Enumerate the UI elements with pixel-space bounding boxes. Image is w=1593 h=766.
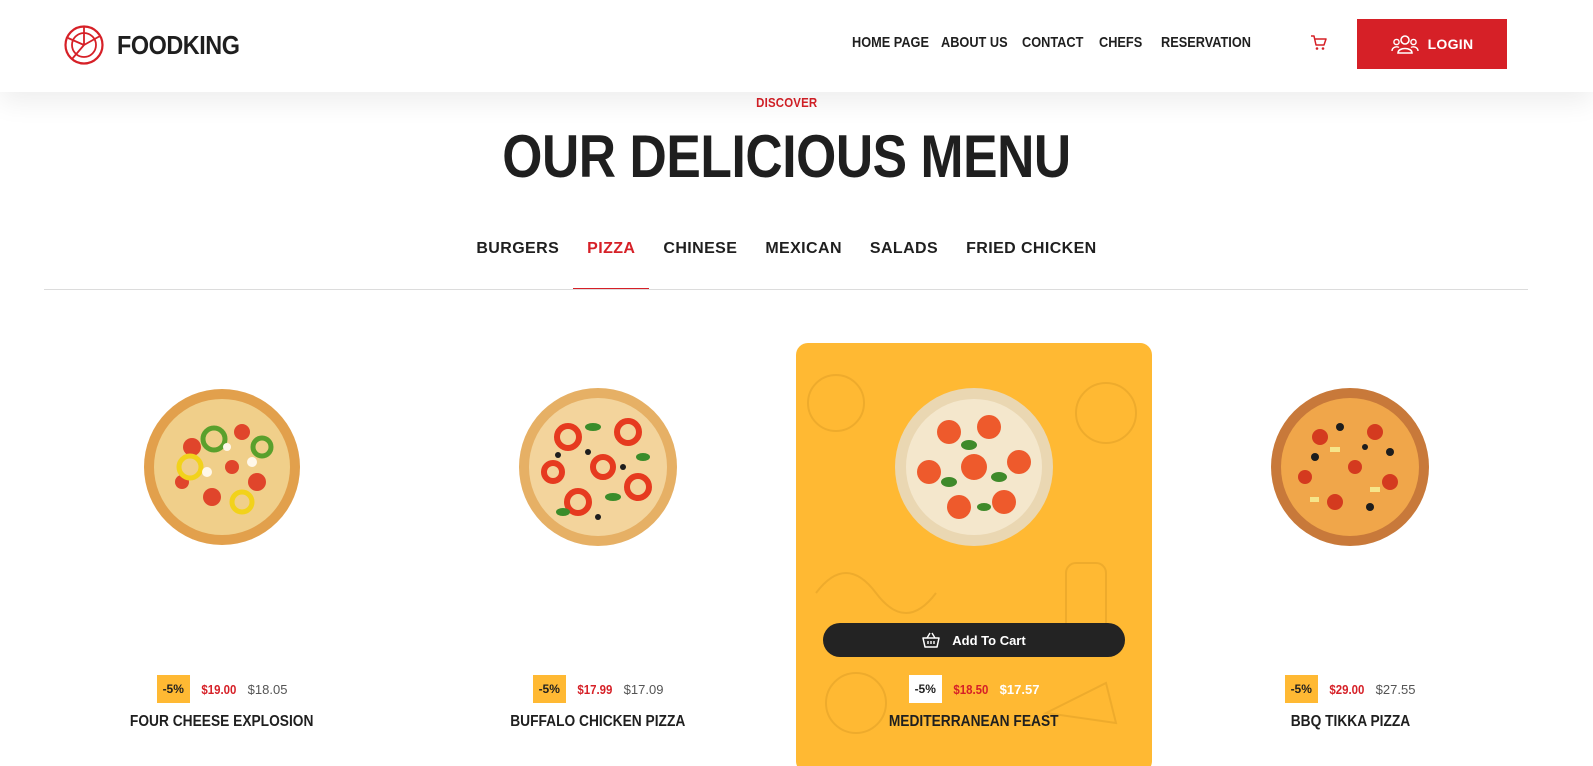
product-name[interactable]: BUFFALO CHICKEN PIZZA [420, 713, 776, 731]
add-to-cart-label: Add To Cart [952, 632, 1026, 648]
price-row: -5% $19.00 $18.05 [44, 675, 400, 703]
discount-badge: -5% [1284, 675, 1318, 703]
product-card[interactable]: -5% $19.00 $18.05 FOUR CHEESE EXPLOSION [44, 343, 400, 766]
site-header: FOODKING HOME PAGE ABOUT US CONTACT CHEF… [0, 0, 1593, 92]
price: $19.00 [201, 681, 237, 697]
product-name[interactable]: BBQ TIKKA PIZZA [1172, 713, 1528, 731]
old-price: $17.57 [999, 681, 1040, 697]
old-price: $27.55 [1375, 681, 1416, 697]
add-to-cart-button[interactable]: Add To Cart [823, 623, 1125, 657]
price: $29.00 [1329, 681, 1365, 697]
tab-chinese[interactable]: CHINESE [649, 240, 751, 290]
pizza-image [895, 388, 1053, 546]
tabs-divider [44, 289, 1528, 290]
nav-home-page[interactable]: HOME PAGE [852, 34, 929, 51]
old-price: $18.05 [247, 681, 288, 697]
tab-mexican[interactable]: MEXICAN [751, 240, 856, 290]
pizza-logo-icon [64, 25, 104, 65]
basket-icon [922, 632, 941, 648]
tab-fried-chicken[interactable]: FRIED CHICKEN [952, 240, 1111, 290]
price: $17.99 [577, 681, 613, 697]
users-icon [1390, 35, 1419, 54]
price-row: -5% $29.00 $27.55 [1172, 675, 1528, 703]
tab-salads[interactable]: SALADS [856, 240, 952, 290]
product-name[interactable]: MEDITERRANEAN FEAST [796, 713, 1152, 731]
discount-badge: -5% [908, 675, 942, 703]
tab-burgers[interactable]: BURGERS [462, 240, 573, 290]
pizza-image [519, 388, 677, 546]
price: $18.50 [953, 681, 989, 697]
product-card[interactable]: -5% $17.99 $17.09 BUFFALO CHICKEN PIZZA [420, 343, 776, 766]
pizza-image [144, 389, 300, 545]
discount-badge: -5% [156, 675, 190, 703]
nav-chefs[interactable]: CHEFS [1099, 34, 1142, 51]
login-button[interactable]: LOGIN [1357, 19, 1507, 69]
product-name[interactable]: FOUR CHEESE EXPLOSION [44, 713, 400, 731]
product-card-featured[interactable]: Add To Cart -5% $18.50 $17.57 MEDITERRAN… [796, 343, 1152, 766]
price-row: -5% $17.99 $17.09 [420, 675, 776, 703]
product-card[interactable]: -5% $29.00 $27.55 BBQ TIKKA PIZZA [1172, 343, 1528, 766]
nav-contact[interactable]: CONTACT [1022, 34, 1083, 51]
login-label: LOGIN [1427, 36, 1474, 52]
category-tabs: BURGERS PIZZA CHINESE MEXICAN SALADS FRI… [0, 240, 1573, 290]
nav-reservation[interactable]: RESERVATION [1161, 34, 1251, 51]
main-nav: HOME PAGE ABOUT US CONTACT CHEFS RESERVA… [852, 34, 1263, 51]
cart-icon[interactable] [1310, 34, 1328, 52]
nav-about-us[interactable]: ABOUT US [941, 34, 1008, 51]
old-price: $17.09 [623, 681, 664, 697]
section-eyebrow: DISCOVER [755, 95, 818, 110]
pizza-image [1271, 388, 1429, 546]
brand-logo[interactable]: FOODKING [63, 24, 253, 66]
section-title: OUR DELICIOUS MENU [502, 123, 1071, 190]
brand-name: FOODKING [117, 29, 240, 60]
discount-badge: -5% [532, 675, 566, 703]
tab-pizza[interactable]: PIZZA [573, 240, 650, 290]
price-row: -5% $18.50 $17.57 [796, 675, 1152, 703]
